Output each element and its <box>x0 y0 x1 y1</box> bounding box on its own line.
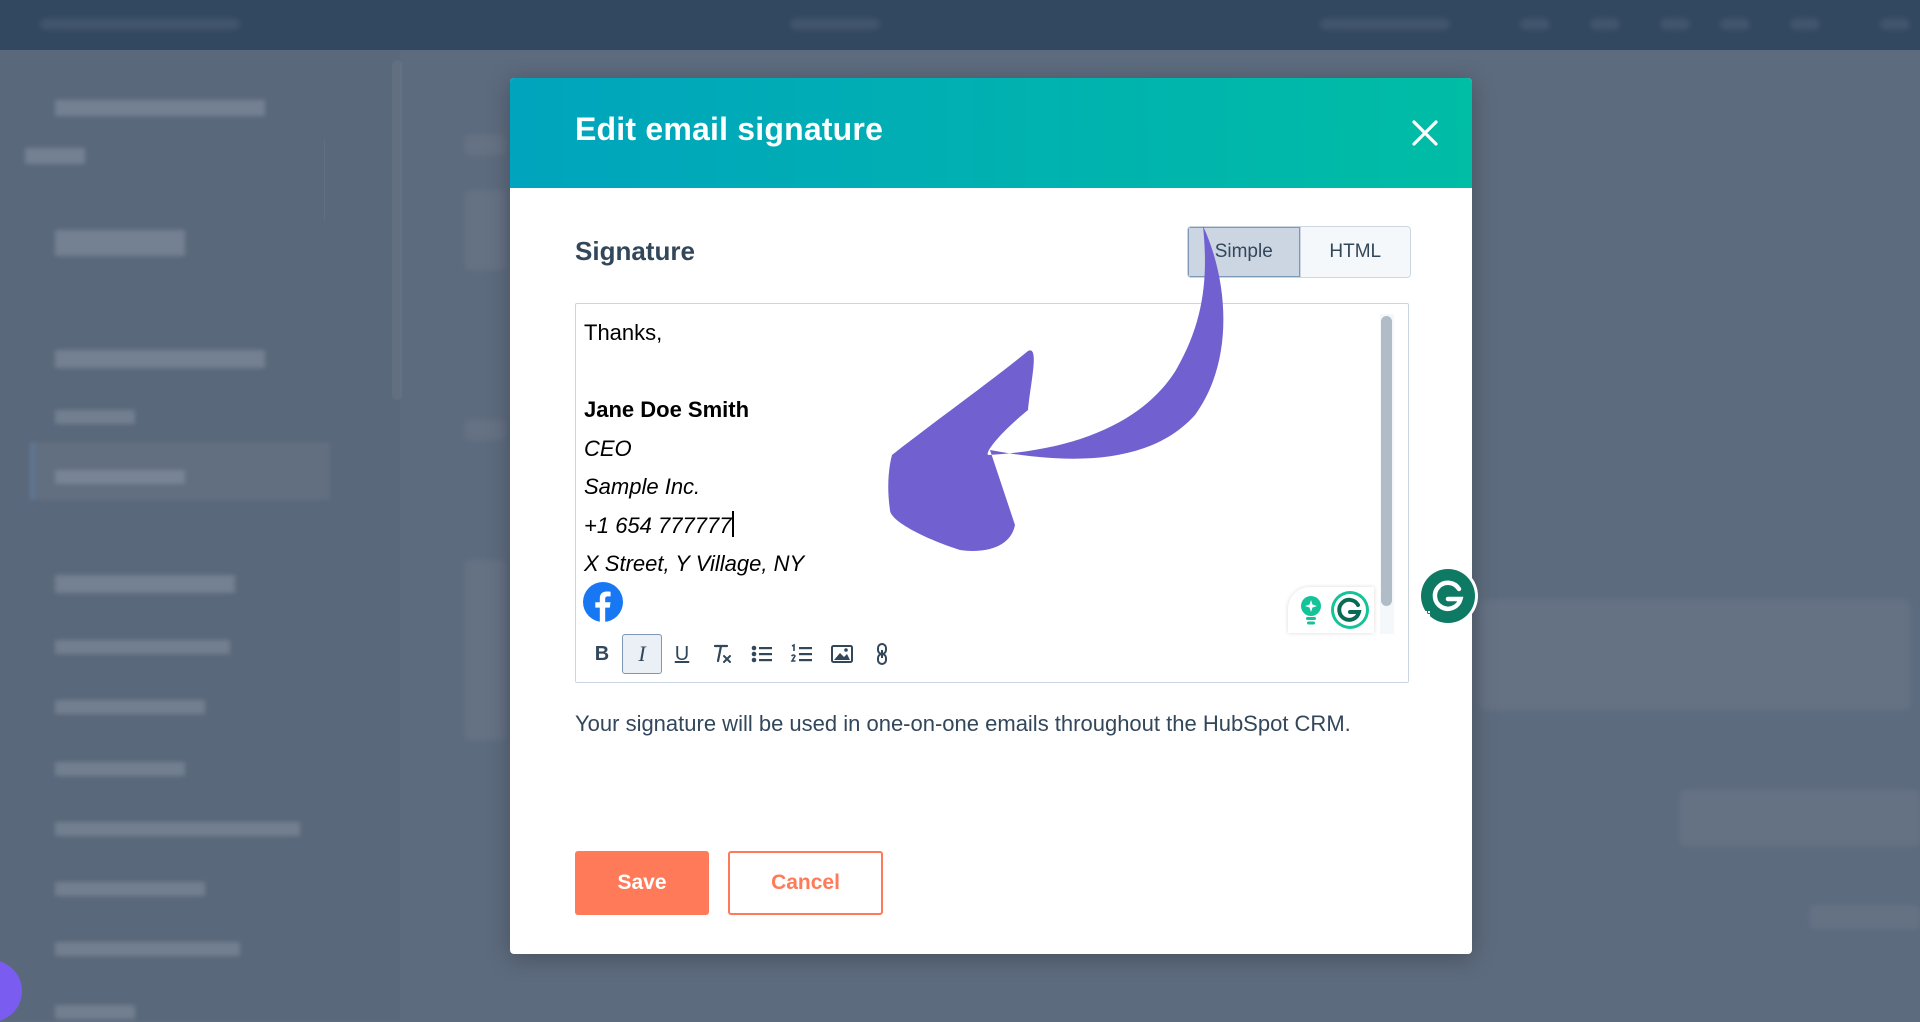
insert-image-button[interactable] <box>822 634 862 674</box>
numbered-list-button[interactable] <box>782 634 822 674</box>
signature-company: Sample Inc. <box>584 474 701 499</box>
signature-phone: +1 654 777777 <box>584 512 732 538</box>
close-button[interactable] <box>1408 116 1442 150</box>
signature-name: Jane Doe Smith <box>584 397 750 422</box>
save-button[interactable]: Save <box>575 851 709 915</box>
numbered-list-icon <box>790 643 812 662</box>
cancel-button[interactable]: Cancel <box>728 851 883 915</box>
facebook-icon[interactable] <box>583 582 623 622</box>
signature-help-text: Your signature will be used in one-on-on… <box>575 711 1351 736</box>
signature-job-title: CEO <box>584 435 632 461</box>
grammarly-floating-icon[interactable] <box>1417 565 1479 627</box>
signature-phone-line: +1 654 777777 <box>584 507 1374 546</box>
bulleted-list-icon <box>751 645 772 663</box>
background-text <box>465 560 505 740</box>
link-icon <box>877 643 887 665</box>
background-top-nav <box>0 0 1920 50</box>
clear-format-icon <box>713 644 731 663</box>
formatting-toolbar: B I U <box>582 634 902 674</box>
signature-editor[interactable]: Thanks, Jane Doe Smith CEO Sample Inc. +… <box>575 303 1409 683</box>
background-sidebar <box>0 50 400 1020</box>
bold-button[interactable]: B <box>582 634 622 674</box>
image-icon <box>831 645 853 663</box>
insert-link-button[interactable] <box>862 634 902 674</box>
text-cursor <box>732 510 735 537</box>
lightbulb-icon[interactable] <box>1296 593 1326 627</box>
modal-title: Edit email signature <box>575 111 884 147</box>
editor-scrollbar-thumb[interactable] <box>1381 316 1392 606</box>
bulleted-list-button[interactable] <box>742 634 782 674</box>
background-text <box>1480 600 1910 710</box>
html-mode-button[interactable]: HTML <box>1299 227 1410 277</box>
signature-address: X Street, Y Village, NY <box>584 551 805 576</box>
signature-heading: Signature <box>575 236 695 266</box>
clear-format-button[interactable] <box>702 634 742 674</box>
signature-blank-line <box>584 353 1374 392</box>
edit-signature-modal: Edit email signature Signature Simple HT… <box>510 78 1472 954</box>
signature-greeting: Thanks, <box>584 320 663 345</box>
grammarly-icon[interactable] <box>1330 590 1370 630</box>
modal-header: Edit email signature <box>510 78 1472 188</box>
underline-button[interactable]: U <box>662 634 702 674</box>
background-text <box>465 420 505 440</box>
simple-mode-button[interactable]: Simple <box>1188 227 1300 277</box>
background-text <box>465 135 505 155</box>
background-scrollbar <box>392 60 402 400</box>
grammarly-inline-widget[interactable] <box>1288 587 1374 633</box>
background-button <box>1680 790 1920 846</box>
signature-text-area[interactable]: Thanks, Jane Doe Smith CEO Sample Inc. +… <box>584 314 1374 584</box>
close-icon <box>1412 120 1438 146</box>
background-text <box>1810 905 1920 929</box>
editor-mode-toggle: Simple HTML <box>1187 226 1411 278</box>
italic-button[interactable]: I <box>622 634 662 674</box>
background-text <box>465 190 505 270</box>
